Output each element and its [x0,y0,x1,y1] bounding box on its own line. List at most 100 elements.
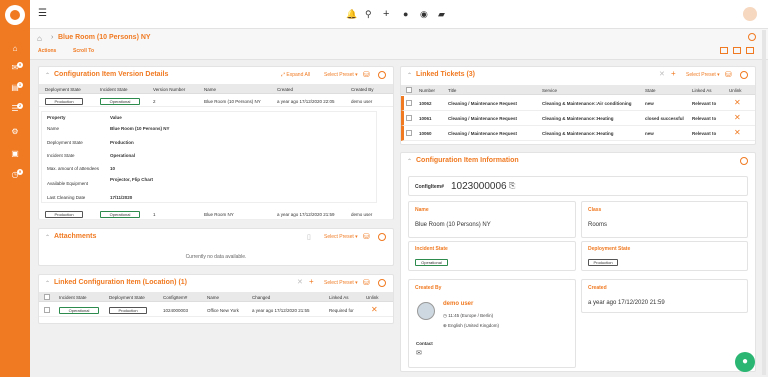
col-unlink[interactable]: Unlink [366,295,379,300]
version-details-panel: ⌃ Configuration Item Version Details ⤢ E… [38,66,394,220]
actions-menu[interactable]: Actions [38,48,56,54]
row-checkbox[interactable] [406,130,412,136]
col-incident-state[interactable]: Incident State [100,87,128,92]
email-icon[interactable]: ✉ [416,349,422,357]
row-checkbox[interactable] [44,307,50,313]
select-all-checkbox[interactable] [44,294,50,300]
col-deployment-state[interactable]: Deployment State [45,87,81,92]
col-created[interactable]: Created [277,87,293,92]
select-preset-dropdown[interactable]: Select Preset ▾ [686,72,720,78]
notification-bell-icon[interactable]: 🔔 [346,9,357,19]
tickets-badge: 9 [17,62,23,68]
table-row[interactable]: Operational Production 1024000003 Office… [39,303,393,317]
col-name[interactable]: Name [207,295,219,300]
filter-icon[interactable]: ⛁ [725,70,732,79]
layout-three-icon[interactable] [746,47,754,54]
unlink-icon[interactable]: ✕ [734,128,741,137]
user-avatar[interactable] [743,7,757,21]
panel-gear-icon[interactable] [378,279,386,287]
deployment-state-badge: Production [45,211,83,218]
row-checkbox[interactable] [406,115,412,121]
select-all-checkbox[interactable] [406,87,412,93]
add-icon[interactable]: + [671,69,676,78]
collapse-icon[interactable]: ⌃ [407,72,412,79]
table-row[interactable]: Production Operational 1 Blue Room NY a … [39,208,393,220]
page-title: Blue Room (10 Persons) NY [58,34,151,41]
chat-icon[interactable]: ● [735,352,755,372]
col-unlink[interactable]: Unlink [729,88,742,93]
table-row[interactable]: 10061 Cleaning / Maintenance Request Cle… [401,111,755,126]
col-name[interactable]: Name [204,87,216,92]
row-checkbox[interactable] [406,100,412,106]
property-value: Blue Room (10 Persons) NY [110,126,170,131]
layout-two-icon[interactable] [733,47,741,54]
collapse-icon[interactable]: ⌃ [45,72,50,79]
plus-icon[interactable]: + [383,9,389,20]
collapse-icon[interactable]: ⌃ [45,280,50,287]
unlink-icon[interactable]: ✕ [371,305,378,314]
unlink-icon[interactable]: ✕ [734,98,741,107]
col-created-by[interactable]: Created By [351,87,374,92]
col-version-number[interactable]: Version Number [153,87,185,92]
col-linked-as[interactable]: Linked As [692,88,712,93]
select-preset-dropdown[interactable]: Select Preset ▾ [324,72,358,78]
property-label: Max. amount of attendees [47,166,100,171]
app-logo[interactable] [5,5,25,25]
select-preset-dropdown[interactable]: Select Preset ▾ [324,234,358,240]
table-row[interactable]: 10062 Cleaning / Maintenance Request Cle… [401,96,755,111]
eye-icon[interactable]: ◉ [420,9,428,19]
filter-icon[interactable]: ⛁ [363,70,370,79]
search-icon[interactable]: ⚲ [365,9,372,19]
created-by-label: Created By [415,285,442,291]
deployment-state-badge: Production [109,307,147,314]
linked-tickets-panel: ⌃ Linked Tickets (3) ✕ + Select Preset ▾… [400,66,756,145]
user-name-link[interactable]: demo user [443,301,473,307]
col-deployment-state[interactable]: Deployment State [109,295,145,300]
col-changed[interactable]: Changed [252,295,270,300]
add-icon[interactable]: + [309,277,314,286]
col-number[interactable]: Number [419,88,435,93]
collapse-icon[interactable]: ⌃ [407,158,412,165]
ticket-number-link[interactable]: 10061 [419,116,432,121]
close-icon[interactable]: ✕ [297,278,303,286]
property-value: 10 [110,166,116,171]
col-title[interactable]: Title [448,88,456,93]
ticket-number-link[interactable]: 10060 [419,131,432,136]
panel-gear-icon[interactable] [378,233,386,241]
unlink-icon[interactable]: ✕ [734,113,741,122]
deployment-state-card: Deployment State Production [581,241,748,271]
col-incident-state[interactable]: Incident State [59,295,87,300]
col-configitem-number[interactable]: ConfigItem# [163,295,187,300]
assets-icon[interactable]: ⚙ [10,128,20,136]
configitem-link[interactable]: 1024000003 [163,308,188,313]
settings-gear-icon[interactable] [748,33,756,41]
reports-icon[interactable]: ▣ [10,150,20,158]
configitem-value: 1023000006 [451,181,507,192]
scrollbar[interactable] [762,30,766,375]
table-row[interactable]: 10060 Cleaning / Maintenance Request Cle… [401,126,755,141]
lock-icon[interactable]: ▰ [438,9,445,19]
layout-one-icon[interactable] [720,47,728,54]
panel-gear-icon[interactable] [740,71,748,79]
expand-all-link[interactable]: ⤢ Expand All [281,72,310,78]
home-icon[interactable]: ⌂ [10,45,20,53]
ticket-number-link[interactable]: 10062 [419,101,432,106]
select-preset-dropdown[interactable]: Select Preset ▾ [324,280,358,286]
col-linked-as[interactable]: Linked As [329,295,349,300]
panel-gear-icon[interactable] [378,71,386,79]
copy-icon[interactable]: ⎘ [509,181,515,191]
property-label: Deployment State [47,140,83,145]
col-state[interactable]: State [645,88,656,93]
filter-icon[interactable]: ⛁ [363,278,370,287]
user-icon[interactable]: ● [403,9,408,19]
panel-gear-icon[interactable] [740,157,748,165]
hamburger-menu-icon[interactable]: ☰ [38,9,47,19]
home-breadcrumb-icon[interactable]: ⌂ [37,34,42,43]
close-icon[interactable]: ✕ [659,70,665,78]
col-service[interactable]: Service [542,88,557,93]
collapse-icon[interactable]: ⌃ [45,234,50,241]
file-icon[interactable]: ▯ [307,233,311,241]
scroll-to-menu[interactable]: Scroll To [73,48,94,54]
filter-icon[interactable]: ⛁ [363,232,370,241]
table-row[interactable]: Production Operational 2 Blue Room (10 P… [39,95,393,107]
